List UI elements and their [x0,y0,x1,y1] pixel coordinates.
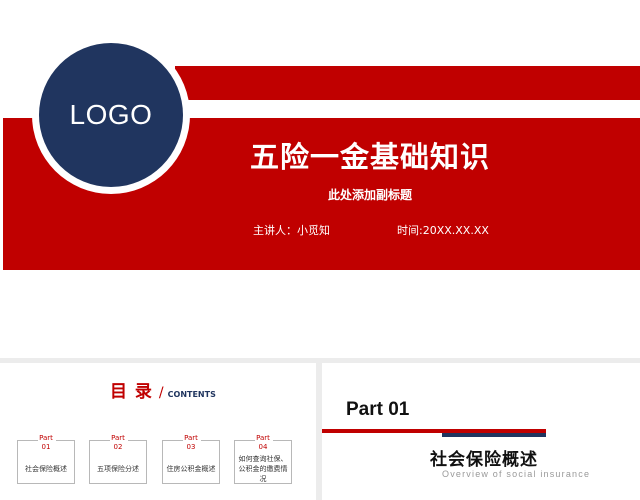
red-band-upper [175,66,640,100]
toc-part-label: Part [184,434,198,442]
toc-part-name: 住房公积金概述 [166,465,216,473]
cover-title: 五险一金基础知识 [249,140,490,174]
section-subtitle: Overview of social insurance [442,469,591,479]
toc-part-number: 03 [186,443,196,451]
toc-slide[interactable]: 目 录 / CONTENTS Part 01 社会保险概述 Part 02 五项… [0,363,316,500]
toc-part-label: Part [39,434,53,442]
toc-part-label: Part [111,434,125,442]
toc-part-name: 如何查询社保、公积金的缴费情况 [238,455,288,483]
toc-item-01[interactable]: Part 01 社会保险概述 [17,434,75,484]
toc-part-name: 五项保险分述 [97,465,139,473]
toc-part-name: 社会保险概述 [25,465,67,473]
section-title: 社会保险概述 [430,450,538,470]
presenter-text: 主讲人：小觅知 [253,224,330,237]
cover-subtitle: 此处添加副标题 [327,188,412,202]
logo: LOGO [39,43,183,187]
toc-part-number: 04 [258,443,268,451]
toc-contents-label: CONTENTS [167,390,216,399]
toc-slash: / [158,385,164,401]
toc-title: 目 录 [110,382,153,402]
section-slide[interactable]: Part 01 社会保险概述 Overview of social insura… [322,363,640,500]
toc-part-label: Part [256,434,270,442]
toc-item-02[interactable]: Part 02 五项保险分述 [89,434,147,484]
toc-part-number: 01 [41,443,51,451]
time-text: 时间:20XX.XX.XX [397,224,489,237]
toc-item-04[interactable]: Part 04 如何查询社保、公积金的缴费情况 [234,434,292,484]
toc-part-number: 02 [113,443,123,451]
logo-text: LOGO [69,99,153,130]
toc-header: 目 录 / CONTENTS [110,377,216,402]
cover-slide[interactable]: LOGO 五险一金基础知识 此处添加副标题 主讲人：小觅知 时间:20XX.XX… [0,0,640,358]
section-part-title: Part 01 [346,399,410,420]
navy-stripe [442,433,546,437]
toc-item-03[interactable]: Part 03 住房公积金概述 [162,434,220,484]
